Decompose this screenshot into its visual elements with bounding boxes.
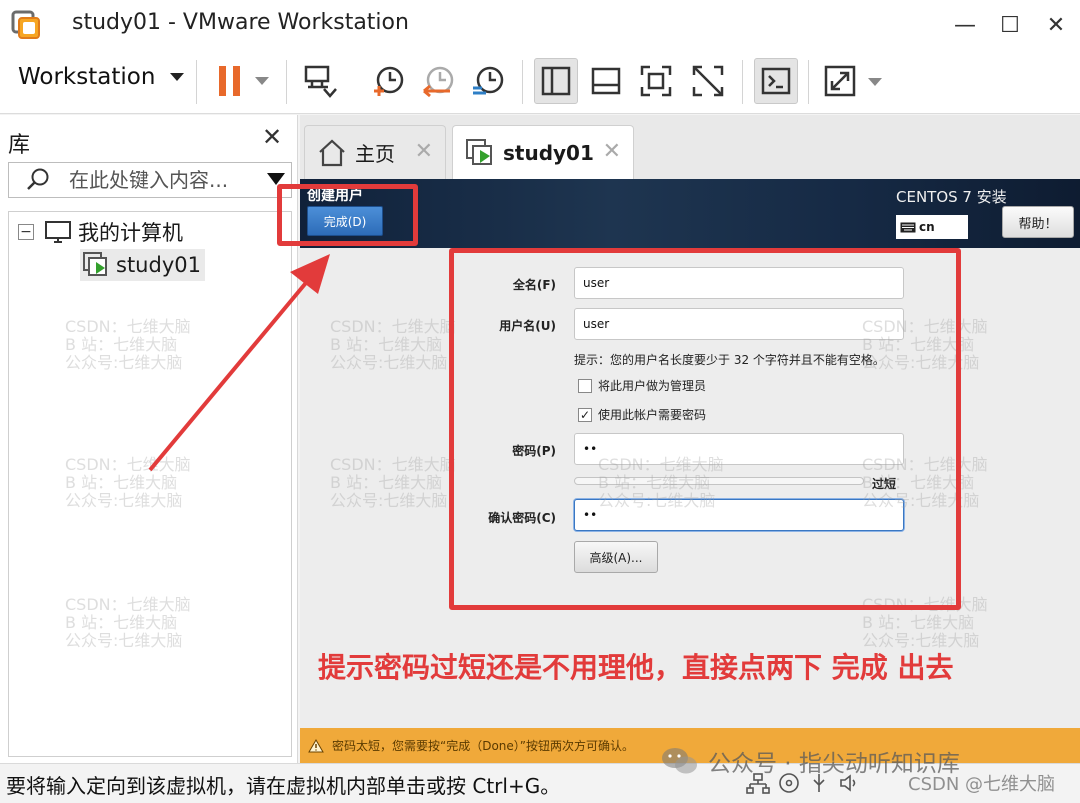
stretch-icon [824, 65, 882, 97]
close-icon: ✕ [262, 123, 283, 151]
send-ctrl-alt-del-icon [304, 65, 337, 98]
revert-snapshot-button[interactable] [416, 58, 460, 104]
close-icon[interactable]: ✕ [415, 139, 433, 164]
annotation-arrow [148, 254, 330, 472]
tab-study01[interactable]: study01 ✕ [452, 125, 634, 179]
pause-icon [219, 66, 269, 96]
toolbar-separator [742, 60, 743, 104]
wechat-logo-icon [662, 748, 697, 774]
workstation-menu[interactable]: Workstation [18, 64, 185, 90]
toolbar-separator [522, 60, 523, 104]
installer-title: CENTOS 7 安装 [896, 188, 1007, 206]
unity-icon [692, 65, 724, 97]
view-sidebar-button[interactable] [534, 58, 578, 104]
minimize-button[interactable]: — [945, 8, 985, 42]
toolbar: Workstation [0, 50, 1080, 114]
home-icon [319, 139, 345, 166]
console-icon [761, 67, 791, 95]
tab-home-label: 主页 [355, 142, 395, 166]
tree-root-label: 我的计算机 [78, 221, 183, 245]
library-title: 库 [8, 133, 31, 158]
chevron-down-icon [170, 73, 185, 81]
library-search [8, 162, 292, 198]
snapshot-take-icon [374, 66, 404, 96]
search-icon [27, 168, 49, 190]
fullscreen-icon [640, 65, 672, 97]
vm-icon [466, 138, 492, 165]
library-close-button[interactable]: ✕ [262, 123, 282, 151]
keyboard-layout-indicator[interactable]: cn [896, 215, 968, 239]
close-icon[interactable]: ✕ [603, 139, 621, 164]
keyboard-icon [900, 222, 916, 232]
status-text: 要将输入定向到该虚拟机，请在虚拟机内部单击或按 Ctrl+G。 [6, 774, 561, 798]
console-button[interactable] [754, 58, 798, 104]
vmware-logo-icon [11, 10, 40, 39]
tab-study01-label: study01 [503, 140, 594, 165]
library-search-input[interactable] [69, 168, 259, 192]
workstation-menu-label: Workstation [18, 64, 156, 90]
annotation-box-done [277, 184, 418, 246]
maximize-button[interactable]: ☐ [990, 8, 1030, 42]
title-bar: study01 - VMware Workstation — ☐ ✕ [0, 0, 1080, 50]
keyboard-layout-label: cn [919, 220, 935, 234]
help-button[interactable]: 帮助！ [1002, 206, 1074, 238]
fullscreen-button[interactable] [634, 58, 678, 104]
close-button[interactable]: ✕ [1036, 8, 1076, 42]
pause-button[interactable] [206, 58, 276, 104]
annotation-box-form [449, 248, 961, 610]
csdn-watermark: CSDN @七维大脑 [908, 774, 1056, 795]
view-sidebar-icon [541, 66, 571, 96]
toolbar-separator [808, 60, 809, 104]
window-title: study01 - VMware Workstation [72, 10, 409, 35]
unity-button[interactable] [686, 58, 730, 104]
snapshot-manager-button[interactable] [466, 58, 510, 104]
toolbar-separator [196, 60, 197, 104]
annotation-text: 提示密码过短还是不用理他，直接点两下 完成 出去 [318, 651, 954, 684]
view-thumbnail-icon [591, 67, 621, 95]
view-thumbnail-button[interactable] [584, 58, 628, 104]
warning-text: 密码太短，您需要按“完成（Done）”按钮两次方可确认。 [332, 739, 635, 753]
computer-icon [45, 221, 71, 243]
send-ctrl-alt-del-button[interactable] [298, 58, 342, 104]
warning-icon [308, 738, 324, 752]
take-snapshot-button[interactable] [366, 58, 410, 104]
snapshot-manager-icon [473, 66, 504, 95]
tree-item-my-computer[interactable]: − 我的计算机 [18, 217, 183, 247]
tab-home[interactable]: 主页 ✕ [304, 125, 446, 179]
toolbar-separator [286, 60, 287, 104]
vm-running-icon [83, 252, 107, 276]
stretch-button[interactable] [820, 58, 886, 104]
tree-collapse-toggle[interactable]: − [18, 224, 34, 240]
snapshot-revert-icon [423, 66, 454, 98]
